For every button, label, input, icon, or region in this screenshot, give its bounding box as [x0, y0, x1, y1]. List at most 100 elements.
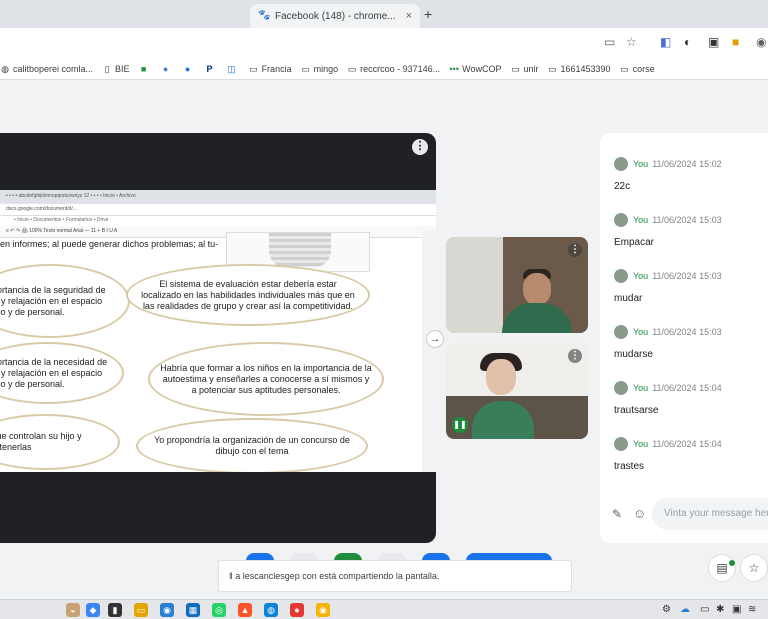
- message-time: 11/06/2024 15:03: [652, 327, 722, 337]
- chat-panel-icon[interactable]: ▤: [708, 554, 736, 582]
- chat-message: You 11/06/2024 15:04 trautsarse: [614, 381, 764, 416]
- message-time: 11/06/2024 15:02: [652, 159, 722, 169]
- dots-icon: •••: [449, 63, 459, 74]
- bookmark-icon: ●: [184, 63, 191, 74]
- speech-bubble: Yo propondría la organización de un conc…: [136, 418, 368, 474]
- star-icon[interactable]: ☆: [626, 35, 637, 49]
- brave-icon[interactable]: ▲: [238, 603, 252, 617]
- profile-icon[interactable]: ◉: [756, 35, 766, 49]
- message-time: 11/06/2024 15:04: [652, 439, 722, 449]
- chat-message: You 11/06/2024 15:03 mudarse: [614, 325, 764, 360]
- speech-bubble: Importancia de la necesidad de ocio y re…: [0, 342, 124, 404]
- display-icon[interactable]: ▣: [732, 604, 741, 615]
- meet-page: ⋮ • • • • abcdefghijklmnopqrstuvwxyz 12 …: [0, 80, 768, 599]
- chat-message: You 11/06/2024 15:03 mudar: [614, 269, 764, 304]
- bookmark-item[interactable]: ••• WowCOP: [449, 64, 501, 74]
- extension-robot-icon[interactable]: ▣: [708, 35, 719, 49]
- bookmark-item[interactable]: ▭ reccrcoo - 937146...: [347, 64, 440, 74]
- more-options-icon[interactable]: ⋮: [412, 139, 428, 155]
- store-icon[interactable]: ▦: [186, 603, 200, 617]
- record-icon[interactable]: ●: [290, 603, 304, 617]
- bookmark-item[interactable]: ▭ unir: [510, 64, 538, 74]
- chat-message: You 11/06/2024 15:03 Empacar: [614, 213, 764, 248]
- bookmark-item[interactable]: ▭ Francia: [249, 63, 291, 74]
- message-sender: You: [633, 215, 649, 225]
- cast-icon[interactable]: ▭: [604, 35, 615, 49]
- message-text: trastes: [614, 461, 645, 472]
- bookmark-item[interactable]: ●: [183, 64, 196, 74]
- message-text: trautsarse: [614, 405, 659, 416]
- browser-toolbar: ▭ ☆ ◧ ◐ ▣ ■ ◉: [0, 28, 768, 58]
- bookmark-item[interactable]: ▭ mingo: [301, 64, 338, 74]
- doc-text-line: en informes; al puede generar dichos pro…: [0, 239, 219, 249]
- activities-icon[interactable]: ☆: [740, 554, 768, 582]
- bookmark-item[interactable]: ▭ corse: [620, 64, 654, 74]
- extension-translate-icon[interactable]: ◧: [660, 35, 671, 49]
- tile-options-icon[interactable]: ⋮: [568, 349, 582, 363]
- doc-icon: ◫: [227, 63, 236, 74]
- arrow-right-icon[interactable]: →: [426, 330, 444, 348]
- message-sender: You: [633, 439, 649, 449]
- bluetooth-icon[interactable]: ✱: [716, 604, 724, 615]
- cloud-tray-icon[interactable]: ☁: [680, 604, 690, 615]
- folder-icon: ▭: [548, 63, 557, 74]
- widgets-icon[interactable]: ◒: [66, 603, 80, 617]
- folder-icon: ▭: [347, 63, 357, 74]
- tab-title: Facebook (148) - chrome...: [275, 10, 396, 22]
- tile-options-icon[interactable]: ⋮: [568, 243, 582, 257]
- bookmark-item[interactable]: ▭ 1661453390: [548, 63, 610, 74]
- paperclip-icon[interactable]: ✎: [612, 507, 622, 521]
- ai-icon[interactable]: ◆: [86, 603, 100, 617]
- notice-text: a lescanclesgep con está compartiendo la…: [235, 571, 440, 581]
- body-shape: [502, 303, 572, 333]
- participant-video-2[interactable]: ❚❚ ⋮: [446, 343, 588, 439]
- notification-dot: [729, 560, 735, 566]
- settings-tray-icon[interactable]: ⚙: [662, 604, 671, 615]
- message-text: 22c: [614, 181, 631, 192]
- message-text: mudarse: [614, 349, 653, 360]
- battery-icon[interactable]: ▭: [700, 604, 709, 615]
- message-text: Empacar: [614, 237, 655, 248]
- task-view-icon[interactable]: ▮: [108, 603, 122, 617]
- close-tab-icon[interactable]: ×: [406, 10, 412, 22]
- emoji-icon[interactable]: ☺: [633, 506, 646, 521]
- bookmarks-bar: ◍ calitboperei comla... ▯ BIE ■ ● ● P ◫ ▭ F…: [0, 58, 768, 80]
- shared-screen: • • • • abcdefghijklmnopqrstuvwxyz 12 • …: [0, 190, 436, 482]
- edge-icon[interactable]: ◉: [160, 603, 174, 617]
- bookmark-item[interactable]: ■: [139, 64, 152, 74]
- bookmark-item[interactable]: ●: [161, 64, 174, 74]
- whatsapp-icon[interactable]: ◎: [212, 603, 226, 617]
- speech-bubble: Importancia de la seguridad de ocio y re…: [0, 264, 130, 338]
- wifi-icon[interactable]: ≋: [748, 604, 756, 615]
- chat-input[interactable]: Vinta your message here: [652, 498, 768, 530]
- chrome-icon[interactable]: ◉: [316, 603, 330, 617]
- new-tab-button[interactable]: +: [424, 6, 432, 22]
- bookmark-item[interactable]: ◫: [227, 64, 240, 74]
- os-taskbar: ◒ ◆ ▮ ▭ ◉ ▦ ◎ ▲ ◍ ● ◉ ⚙ ☁ ▭ ✱ ▣ ≋: [0, 599, 768, 619]
- pause-icon: ǁ: [229, 571, 233, 581]
- folder-icon: ▭: [249, 63, 258, 74]
- message-text: mudar: [614, 293, 643, 304]
- chat-icon: ■: [140, 63, 147, 74]
- meet-icon: ●: [162, 63, 169, 74]
- bookmark-item[interactable]: P: [205, 64, 218, 74]
- edge-dev-icon[interactable]: ◍: [264, 603, 278, 617]
- message-time: 11/06/2024 15:03: [652, 271, 722, 281]
- message-time: 11/06/2024 15:03: [652, 215, 722, 225]
- speech-bubble: El sistema de evaluación estar debería e…: [126, 264, 370, 326]
- avatar: [614, 381, 628, 395]
- folder-icon: ▭: [511, 63, 520, 74]
- extension-moon-icon[interactable]: ◐: [684, 35, 691, 49]
- tab-strip: 🐾 Facebook (148) - chrome... × +: [0, 0, 768, 28]
- participant-video-1[interactable]: ⋮: [446, 237, 588, 333]
- file-explorer-icon[interactable]: ▭: [134, 603, 148, 617]
- browser-tab[interactable]: 🐾 Facebook (148) - chrome... ×: [250, 4, 420, 28]
- presentation-tile[interactable]: ⋮ • • • • abcdefghijklmnopqrstuvwxyz 12 …: [0, 133, 436, 543]
- page-icon: ▯: [104, 63, 110, 74]
- participant-figure: [486, 265, 572, 333]
- extension-notes-icon[interactable]: ■: [732, 35, 739, 49]
- head-shape: [523, 273, 551, 305]
- message-sender: You: [633, 327, 649, 337]
- bookmark-item[interactable]: ◍ calitboperei comla...: [0, 64, 93, 74]
- bookmark-item[interactable]: ▯ BIE: [102, 64, 130, 74]
